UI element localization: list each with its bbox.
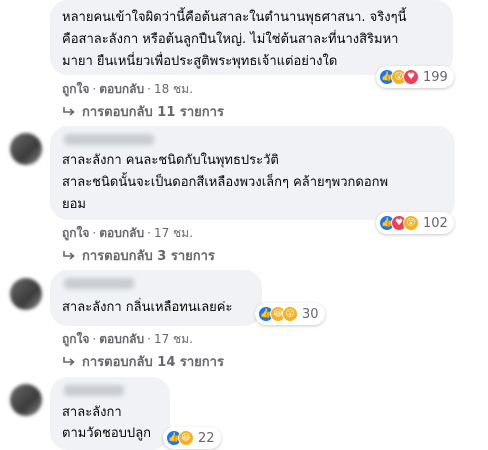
reaction-summary[interactable]: 👍 😆 😮 30 [255,303,325,325]
like-link[interactable]: ถูกใจ [62,82,89,96]
reply-arrow-icon [63,106,75,116]
comment-actions: ถูกใจ · ตอบกลับ · 17 ชม. [62,332,193,346]
view-replies-link[interactable]: การตอบกลับ 3 รายการ [62,245,215,266]
comment-bubble: หลายคนเข้าใจผิดว่านี้คือต้นสาละในตำนานพุ… [50,0,453,75]
reply-link[interactable]: ตอบกลับ [99,82,144,96]
comment-text-line: คือสาละลังกา หรือต้นลูกปืนใหญ่. ไม่ใช่ต้… [62,32,399,47]
comment-timestamp[interactable]: 18 ชม. [154,82,193,96]
comment-actions: ถูกใจ · ตอบกลับ · 17 ชม. [62,226,193,240]
comment-bubble: สาละลังกา กลิ่นเหลือทนเลยค่ะ [50,270,262,326]
commenter-name[interactable] [64,278,134,289]
reaction-count: 102 [423,215,448,231]
comment-timestamp[interactable]: 17 ชม. [154,226,193,240]
comment-text-line: สาละลังกา [62,405,122,420]
replies-count-label: การตอบกลับ 14 รายการ [82,355,224,370]
comment-text-line: สาละลังกา คนละชนิดกับในพุทธประวัติ [62,153,279,168]
reaction-summary[interactable]: 👍 😆 22 [163,427,221,449]
reaction-count: 22 [198,430,215,446]
comment-text-line: ตามวัดชอบปลูก [62,426,152,441]
reply-arrow-icon [63,356,75,366]
love-reaction-icon: ♥ [403,69,419,85]
comment-actions: ถูกใจ · ตอบกลับ · 18 ชม. [62,82,193,96]
reply-arrow-icon [63,250,75,260]
comment-text-line: สาละชนิดนั้นจะเป็นดอกสีเหลืองพวงเล็กๆ คล… [62,175,389,190]
comment-timestamp[interactable]: 17 ชม. [154,332,193,346]
reaction-summary[interactable]: 👍 😮 ♥ 199 [376,66,454,88]
reaction-summary[interactable]: 👍 ♥ 😮 102 [376,212,454,234]
comment-text-line: หลายคนเข้าใจผิดว่านี้คือต้นสาละในตำนานพุ… [62,10,407,25]
commenter-name[interactable] [64,134,154,145]
avatar[interactable] [10,278,42,310]
comment-text-line: ยอม [62,197,86,212]
view-replies-link[interactable]: การตอบกลับ 14 รายการ [62,351,224,372]
replies-count-label: การตอบกลับ 11 รายการ [82,105,224,120]
avatar[interactable] [10,133,42,165]
avatar[interactable] [10,384,42,416]
reaction-count: 30 [302,306,319,322]
wow-reaction-icon: 😮 [282,306,298,322]
wow-reaction-icon: 😮 [403,215,419,231]
like-link[interactable]: ถูกใจ [62,332,89,346]
comment-bubble: สาละลังกา คนละชนิดกับในพุทธประวัติ สาละช… [50,126,455,220]
comment-text-line: มายา ยืนเหนี่ยวเพื่อประสูติพระพุทธเจ้าแต… [62,54,338,69]
comment-text-line: สาละลังกา กลิ่นเหลือทนเลยค่ะ [62,300,233,315]
reply-link[interactable]: ตอบกลับ [99,226,144,240]
like-link[interactable]: ถูกใจ [62,226,89,240]
view-replies-link[interactable]: การตอบกลับ 11 รายการ [62,101,224,122]
reply-link[interactable]: ตอบกลับ [99,332,144,346]
commenter-name[interactable] [64,385,124,396]
comment-bubble: สาละลังกา ตามวัดชอบปลูก [50,377,170,450]
haha-reaction-icon: 😆 [178,430,194,446]
reaction-count: 199 [423,69,448,85]
replies-count-label: การตอบกลับ 3 รายการ [82,249,215,264]
